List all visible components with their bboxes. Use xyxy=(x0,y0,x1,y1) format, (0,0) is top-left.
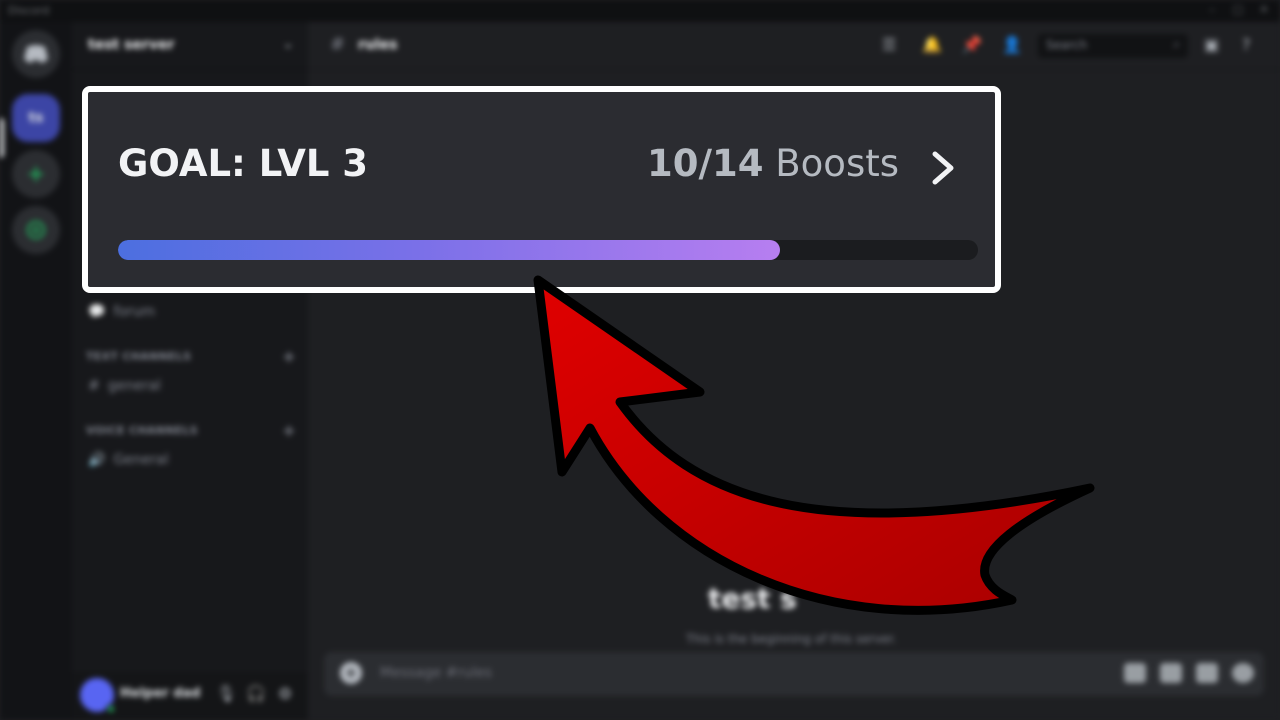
channel-title: rules xyxy=(358,37,398,53)
server-icon-test-server[interactable]: ts xyxy=(12,94,60,142)
add-attachment-icon[interactable]: + xyxy=(340,662,362,684)
speaker-icon: 🔊 xyxy=(88,452,106,468)
user-panel: Helper dad 🎙 🎧 ⚙ xyxy=(72,672,308,720)
online-status-icon xyxy=(106,704,116,714)
text-channels-category[interactable]: TEXT CHANNELS + xyxy=(86,347,296,366)
server-initials: ts xyxy=(28,110,44,126)
pin-icon[interactable]: 📌 xyxy=(962,35,982,54)
server-rail: ts + xyxy=(0,22,72,720)
maximize-icon[interactable]: □ xyxy=(1232,4,1244,16)
search-icon: ⌕ xyxy=(1173,37,1180,51)
minimize-icon[interactable]: – xyxy=(1206,4,1218,16)
add-server-glyph: + xyxy=(26,161,46,187)
welcome-title: test s xyxy=(708,582,797,615)
inbox-icon[interactable]: ▣ xyxy=(1204,35,1219,54)
channel-label: general xyxy=(107,378,161,394)
settings-gear-icon[interactable]: ⚙ xyxy=(278,684,292,703)
channel-label: forum xyxy=(113,304,156,320)
app-title: Discord xyxy=(8,4,50,17)
add-channel-icon[interactable]: + xyxy=(282,421,296,440)
title-bar: Discord – □ ✕ xyxy=(0,0,1280,22)
notification-bell-icon[interactable]: 🔔 xyxy=(922,35,942,54)
boost-progress-fill xyxy=(118,240,781,260)
username: Helper dad xyxy=(120,686,201,701)
channel-general[interactable]: # general xyxy=(88,378,161,394)
channel-header: # rules ☰ 🔔 📌 👤 Search ⌕ ▣ ? xyxy=(308,22,1280,70)
help-icon[interactable]: ? xyxy=(1242,35,1251,54)
emoji-icon[interactable] xyxy=(1232,663,1254,683)
chevron-down-icon: ⌄ xyxy=(282,36,294,52)
message-input[interactable]: Message #rules xyxy=(380,665,492,681)
gif-icon[interactable] xyxy=(1160,663,1182,683)
gift-icon[interactable] xyxy=(1124,663,1146,683)
goal-label: GOAL: LVL 3 xyxy=(118,142,369,185)
close-icon[interactable]: ✕ xyxy=(1258,4,1270,16)
active-server-indicator xyxy=(0,118,4,158)
discord-home-icon[interactable] xyxy=(12,30,60,78)
boost-progress-track xyxy=(118,240,978,260)
category-label: TEXT CHANNELS xyxy=(86,350,192,363)
category-label: VOICE CHANNELS xyxy=(86,424,199,437)
channel-label: General xyxy=(113,452,169,468)
chevron-right-icon[interactable] xyxy=(929,150,957,186)
boost-progress-text: 10/14 Boosts xyxy=(647,142,899,185)
voice-channel-general[interactable]: 🔊 General xyxy=(88,452,169,468)
message-composer[interactable]: + Message #rules xyxy=(324,652,1264,696)
hash-icon: # xyxy=(330,34,346,55)
forum-icon: 💬 xyxy=(88,304,106,320)
threads-icon[interactable]: ☰ xyxy=(882,35,896,54)
voice-channels-category[interactable]: VOICE CHANNELS + xyxy=(86,421,296,440)
server-header[interactable]: test server ⌄ xyxy=(72,22,308,70)
headphones-icon[interactable]: 🎧 xyxy=(246,684,266,703)
boost-unit: Boosts xyxy=(775,142,899,185)
member-list-icon[interactable]: 👤 xyxy=(1002,35,1022,54)
search-placeholder: Search xyxy=(1046,38,1088,52)
boost-goal-panel[interactable]: GOAL: LVL 3 10/14 Boosts xyxy=(82,86,1001,293)
add-channel-icon[interactable]: + xyxy=(282,347,296,366)
sticker-icon[interactable] xyxy=(1196,663,1218,683)
boost-count: 10/14 xyxy=(647,142,764,185)
server-name: test server xyxy=(88,37,175,53)
welcome-subtitle: This is the beginning of this server. xyxy=(686,632,897,646)
add-server-icon[interactable]: + xyxy=(12,150,60,198)
search-input[interactable]: Search ⌕ xyxy=(1038,34,1188,58)
channel-forum[interactable]: 💬 forum xyxy=(88,304,155,320)
explore-servers-icon[interactable] xyxy=(12,206,60,254)
hash-icon: # xyxy=(88,378,100,394)
microphone-icon[interactable]: 🎙 xyxy=(216,684,236,703)
